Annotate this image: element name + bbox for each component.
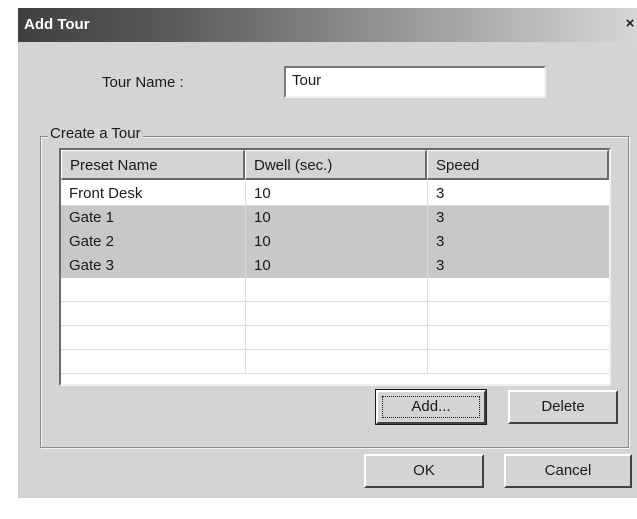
cell-preset-name: [61, 326, 245, 350]
cell-dwell: 10: [245, 182, 427, 206]
cell-dwell: [245, 278, 427, 302]
column-header-speed[interactable]: Speed: [427, 150, 609, 180]
table-row[interactable]: [61, 326, 609, 350]
add-tour-dialog: Add Tour × Tour Name : Tour Create a Tou…: [18, 8, 637, 498]
cell-preset-name: Gate 2: [69, 233, 115, 250]
tour-name-label: Tour Name :: [102, 74, 184, 91]
add-button[interactable]: Add...: [375, 389, 487, 425]
cell-speed: 3: [427, 206, 609, 230]
table-row[interactable]: [61, 350, 609, 374]
cell-speed: [427, 302, 609, 326]
cell-preset-name: Front Desk: [69, 185, 143, 202]
table-row[interactable]: [61, 302, 609, 326]
table-row[interactable]: Gate 1 10 3: [61, 206, 609, 230]
cell-dwell: 10: [245, 206, 427, 230]
cell-preset-name: [61, 278, 245, 302]
cell-speed: [427, 278, 609, 302]
cell-dwell: [245, 326, 427, 350]
cell-preset-name: [61, 302, 245, 326]
cell-dwell: 10: [245, 230, 427, 254]
cell-dwell: [245, 350, 427, 374]
create-tour-legend: Create a Tour: [48, 125, 143, 142]
table-row[interactable]: Front Desk 10 3: [61, 182, 609, 206]
cell-speed: 3: [427, 254, 609, 278]
cell-speed: [427, 326, 609, 350]
tour-name-input[interactable]: Tour: [284, 66, 546, 98]
tour-preset-table[interactable]: Preset Name Dwell (sec.) Speed Front Des…: [59, 148, 611, 386]
table-row[interactable]: [61, 278, 609, 302]
cell-speed: 3: [427, 230, 609, 254]
ok-button[interactable]: OK: [364, 454, 484, 488]
column-header-preset-name[interactable]: Preset Name: [61, 150, 245, 180]
cancel-button[interactable]: Cancel: [504, 454, 632, 488]
delete-button[interactable]: Delete: [508, 390, 618, 424]
dialog-title: Add Tour: [24, 16, 90, 33]
add-button-focus: [382, 396, 480, 418]
cell-preset-name: Gate 1: [69, 209, 115, 226]
cell-dwell: 10: [245, 254, 427, 278]
cell-speed: [427, 350, 609, 374]
column-header-dwell[interactable]: Dwell (sec.): [245, 150, 427, 180]
cell-dwell: [245, 302, 427, 326]
table-row[interactable]: Gate 2 10 3: [61, 230, 609, 254]
table-row[interactable]: Gate 3 10 3: [61, 254, 609, 278]
cell-preset-name: Gate 3: [69, 257, 115, 274]
cell-preset-name: [61, 350, 245, 374]
table-header: Preset Name Dwell (sec.) Speed: [61, 150, 609, 180]
cell-speed: 3: [427, 182, 609, 206]
title-bar[interactable]: Add Tour ×: [18, 8, 637, 42]
close-icon[interactable]: ×: [623, 14, 637, 34]
